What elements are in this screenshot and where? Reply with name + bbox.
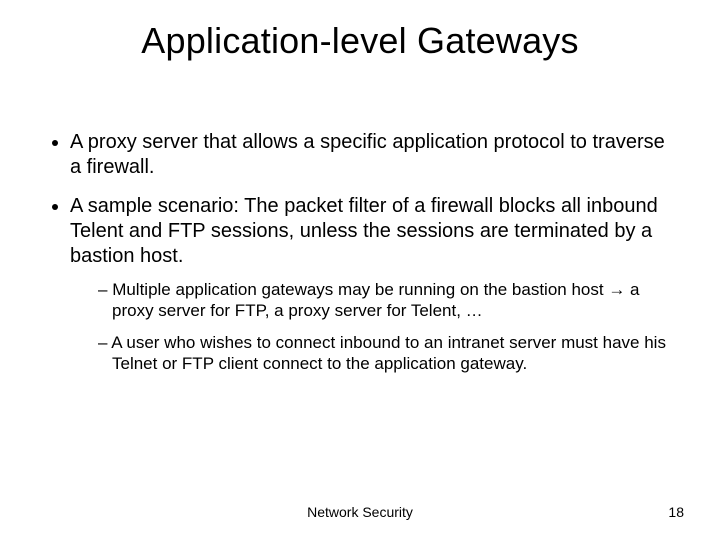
bullet-item: A sample scenario: The packet filter of … <box>70 194 680 374</box>
bullet-text: A proxy server that allows a specific ap… <box>70 131 665 178</box>
bullet-text: A sample scenario: The packet filter of … <box>70 195 658 267</box>
slide-title: Application-level Gateways <box>0 20 720 62</box>
sub-bullet-text: A user who wishes to connect inbound to … <box>111 333 666 373</box>
sub-bullet-text: Multiple application gateways may be run… <box>112 280 608 299</box>
sub-bullet-list: Multiple application gateways may be run… <box>70 279 680 374</box>
bullet-list: A proxy server that allows a specific ap… <box>40 130 680 374</box>
sub-bullet-item: A user who wishes to connect inbound to … <box>98 332 680 375</box>
page-number: 18 <box>668 504 684 520</box>
slide: Application-level Gateways A proxy serve… <box>0 0 720 540</box>
footer-label: Network Security <box>0 504 720 520</box>
slide-body: A proxy server that allows a specific ap… <box>40 130 680 388</box>
sub-bullet-item: Multiple application gateways may be run… <box>98 279 680 322</box>
arrow-icon: → <box>608 280 625 299</box>
bullet-item: A proxy server that allows a specific ap… <box>70 130 680 180</box>
